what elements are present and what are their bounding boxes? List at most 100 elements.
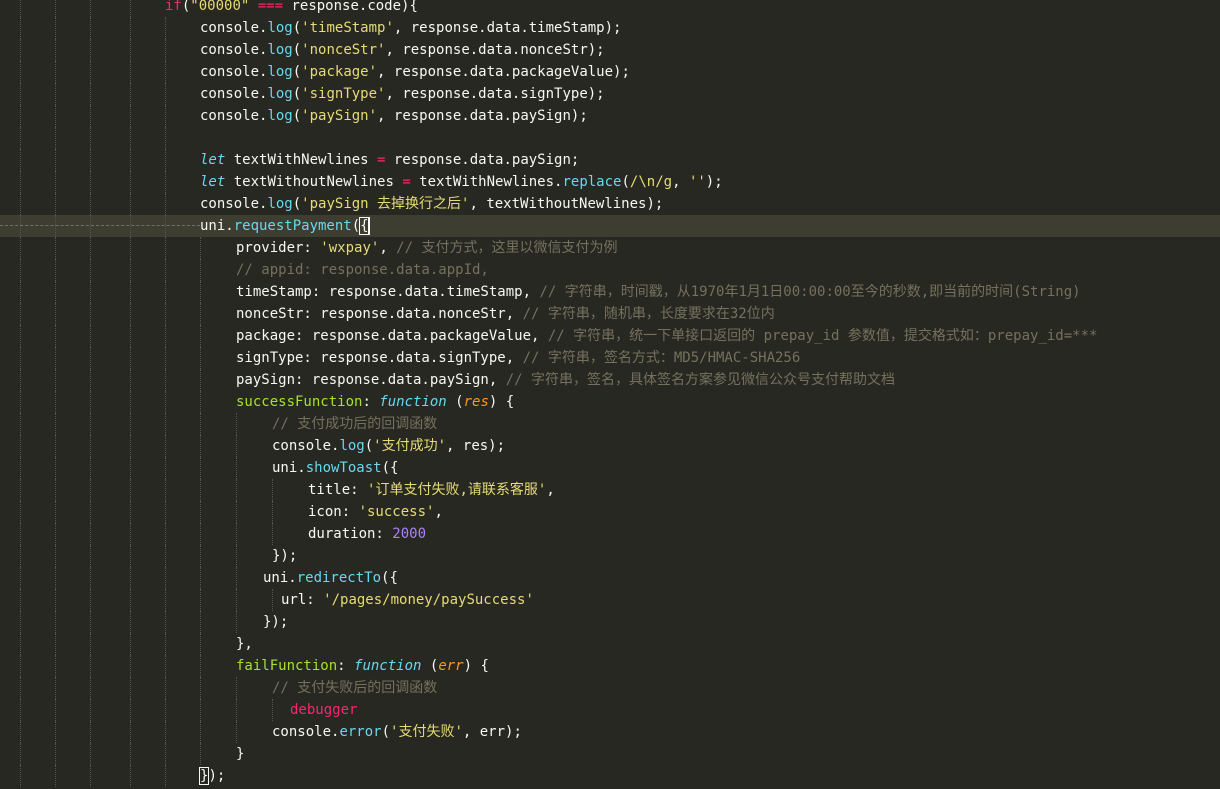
code-token: ===	[249, 0, 292, 14]
code-line[interactable]: failFunction: function (err) {	[0, 655, 1220, 677]
indent-guide	[20, 699, 21, 721]
indent-guide	[165, 215, 166, 237]
code-line[interactable]: // 支付失败后的回调函数	[0, 677, 1220, 699]
indent-guide	[20, 259, 21, 281]
indent-guide	[90, 523, 91, 545]
code-line[interactable]: },	[0, 633, 1220, 655]
code-line[interactable]: signType: response.data.signType, // 字符串…	[0, 347, 1220, 369]
indent-guide	[55, 721, 56, 743]
code-token: :	[362, 394, 380, 410]
code-line[interactable]: console.log('package', response.data.pac…	[0, 61, 1220, 83]
code-token: (	[381, 724, 391, 740]
code-line[interactable]: debugger	[0, 699, 1220, 721]
code-token: 'success'	[358, 504, 435, 520]
code-line[interactable]: if("00000" === response.code){	[0, 0, 1220, 17]
indent-guide	[55, 193, 56, 215]
indent-guide	[130, 215, 131, 237]
indent-guide	[55, 567, 56, 589]
indent-guide	[90, 655, 91, 677]
code-token: (	[292, 196, 302, 212]
code-token: 'wxpay'	[320, 240, 380, 256]
code-line[interactable]: uni.showToast({	[0, 457, 1220, 479]
indent-guide	[130, 0, 131, 17]
code-token: // 支付方式，这里以微信支付为例	[396, 240, 618, 256]
code-token: (	[292, 20, 302, 36]
indent-guide	[130, 127, 131, 149]
code-line[interactable]: // appid: response.data.appId,	[0, 259, 1220, 281]
indent-guide	[200, 589, 201, 611]
code-line[interactable]: console.log('paySign', response.data.pay…	[0, 105, 1220, 127]
code-text: let textWithoutNewlines = textWithNewlin…	[200, 171, 723, 193]
indent-guide	[130, 567, 131, 589]
code-text: let textWithNewlines = response.data.pay…	[200, 149, 579, 171]
code-line[interactable]: let textWithNewlines = response.data.pay…	[0, 149, 1220, 171]
code-token: uni.	[263, 570, 297, 586]
indent-guide	[20, 39, 21, 61]
indent-guide	[130, 347, 131, 369]
code-line[interactable]: console.log('支付成功', res);	[0, 435, 1220, 457]
indent-guide	[165, 457, 166, 479]
code-token: (	[621, 174, 630, 190]
indent-guide	[165, 325, 166, 347]
code-token: duration:	[308, 526, 393, 542]
code-line[interactable]: // 支付成功后的回调函数	[0, 413, 1220, 435]
code-token: (	[421, 658, 439, 674]
indent-guide	[90, 237, 91, 259]
indent-guide	[90, 215, 91, 237]
indent-guide	[200, 457, 201, 479]
indent-guide	[90, 149, 91, 171]
code-line[interactable]: uni.redirectTo({	[0, 567, 1220, 589]
code-token: 'signType'	[301, 86, 386, 102]
code-token: log	[339, 438, 365, 454]
code-line[interactable]: timeStamp: response.data.timeStamp, // 字…	[0, 281, 1220, 303]
indent-guide	[165, 567, 166, 589]
code-line[interactable]	[0, 127, 1220, 149]
code-line[interactable]: duration: 2000	[0, 523, 1220, 545]
code-token: signType: response.data.signType,	[236, 350, 523, 366]
indent-guide	[20, 369, 21, 391]
code-token: log	[267, 108, 293, 124]
indent-guide	[130, 17, 131, 39]
indent-guide	[200, 501, 201, 523]
code-text: // 支付成功后的回调函数	[272, 413, 437, 435]
code-line[interactable]: icon: 'success',	[0, 501, 1220, 523]
indent-guide	[130, 457, 131, 479]
code-line[interactable]: nonceStr: response.data.nonceStr, // 字符串…	[0, 303, 1220, 325]
code-line[interactable]: package: response.data.packageValue, // …	[0, 325, 1220, 347]
indent-guide	[200, 325, 201, 347]
code-line[interactable]: console.log('signType', response.data.si…	[0, 83, 1220, 105]
code-line[interactable]: successFunction: function (res) {	[0, 391, 1220, 413]
code-line[interactable]: url: '/pages/money/paySuccess'	[0, 589, 1220, 611]
code-line[interactable]: title: '订单支付失败,请联系客服',	[0, 479, 1220, 501]
indent-guide	[55, 303, 56, 325]
indent-guide	[90, 325, 91, 347]
code-line[interactable]: }	[0, 743, 1220, 765]
code-token: res	[463, 394, 489, 410]
code-line[interactable]: paySign: response.data.paySign, // 字符串，签…	[0, 369, 1220, 391]
code-line[interactable]: let textWithoutNewlines = textWithNewlin…	[0, 171, 1220, 193]
code-line[interactable]: console.error('支付失败', err);	[0, 721, 1220, 743]
code-token: url:	[281, 592, 324, 608]
code-line[interactable]: console.log('timeStamp', response.data.t…	[0, 17, 1220, 39]
code-line[interactable]: provider: 'wxpay', // 支付方式，这里以微信支付为例	[0, 237, 1220, 259]
indent-guide	[55, 633, 56, 655]
indent-guide	[20, 347, 21, 369]
code-line[interactable]: });	[0, 611, 1220, 633]
indent-guide	[55, 259, 56, 281]
indent-guide	[90, 83, 91, 105]
indent-guide	[165, 435, 166, 457]
code-line[interactable]: });	[0, 545, 1220, 567]
indent-guide	[200, 347, 201, 369]
current-code-line[interactable]: uni.requestPayment({	[0, 215, 1220, 237]
indent-guide	[90, 391, 91, 413]
code-token: (	[292, 86, 302, 102]
code-editor[interactable]: if("00000" === response.code){console.lo…	[0, 0, 1220, 789]
indent-guide	[200, 721, 201, 743]
code-line[interactable]: });	[0, 765, 1220, 787]
code-token: err	[438, 658, 464, 674]
code-token: title:	[308, 482, 368, 498]
code-line[interactable]: console.log('nonceStr', response.data.no…	[0, 39, 1220, 61]
code-line[interactable]: console.log('paySign 去掉换行之后', textWithou…	[0, 193, 1220, 215]
indent-guide	[90, 127, 91, 149]
indent-guide	[272, 589, 273, 611]
